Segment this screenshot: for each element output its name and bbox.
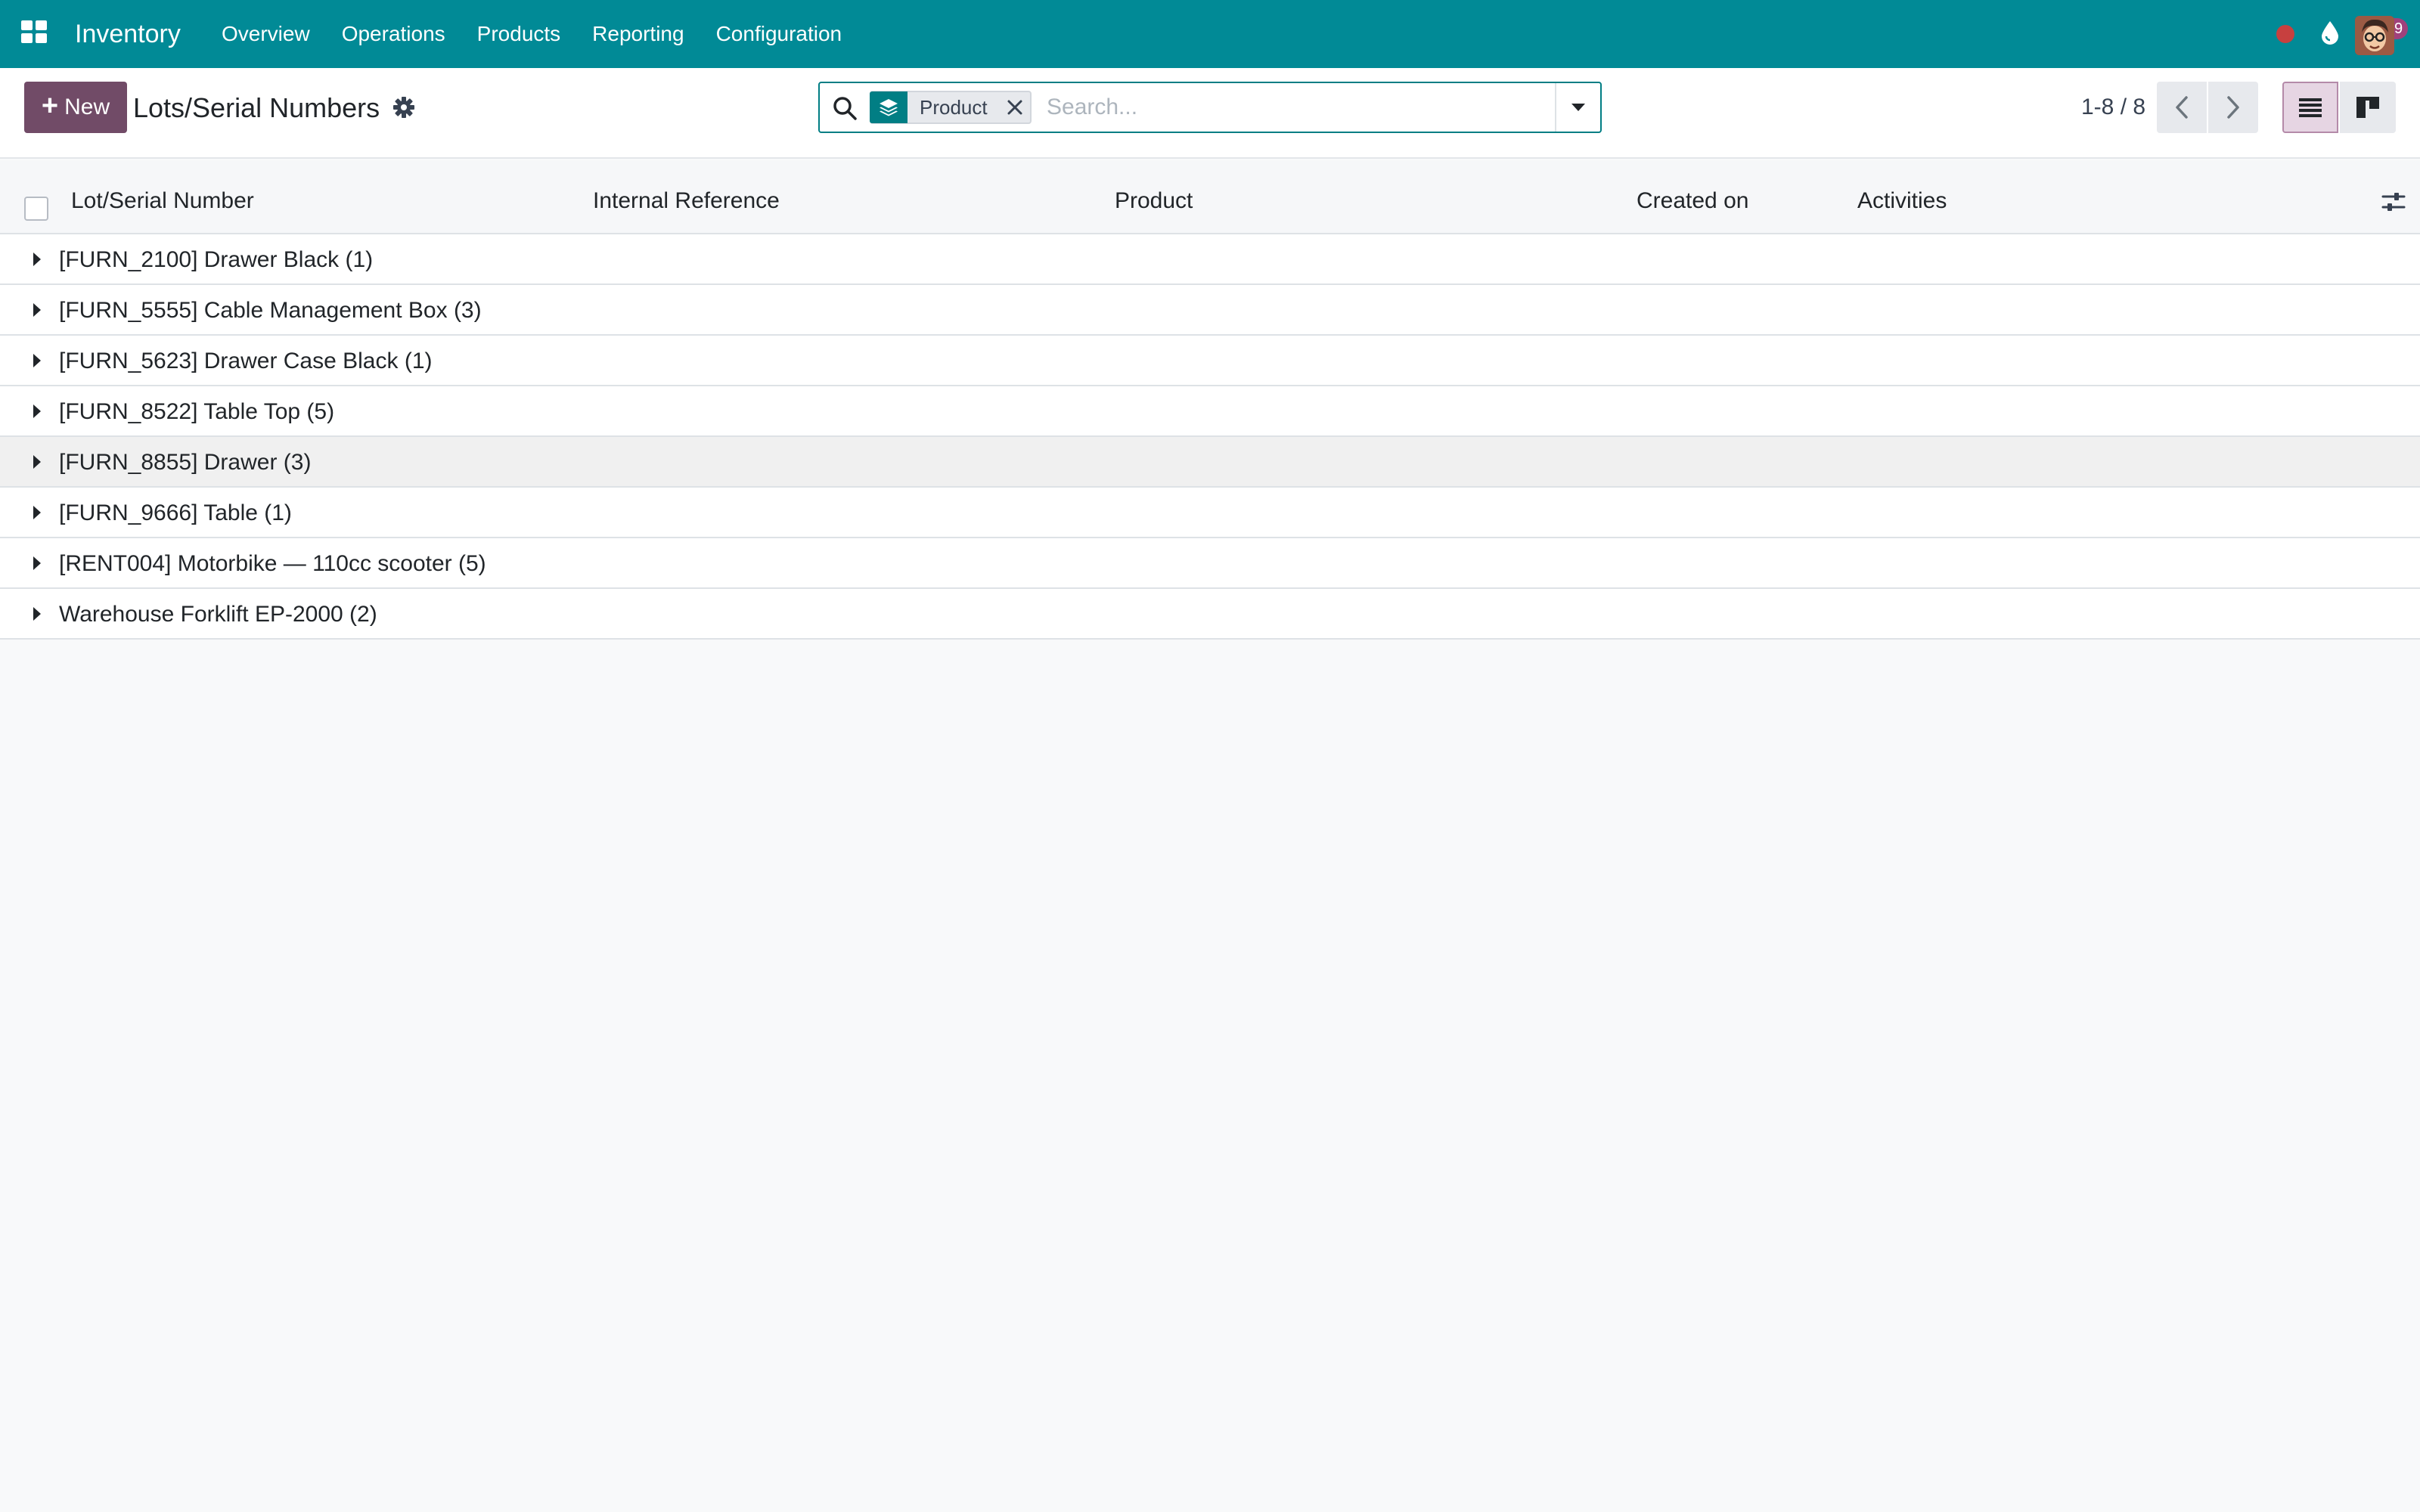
group-label: Warehouse Forklift EP-2000 (2) [59, 602, 377, 627]
group-row[interactable]: [RENT004] Motorbike — 110cc scooter (5) [0, 538, 2420, 589]
column-created-on[interactable]: Created on [1637, 186, 1748, 216]
group-row[interactable]: [FURN_8522] Table Top (5) [0, 386, 2420, 437]
new-button-label: New [64, 94, 110, 119]
caret-down-icon [1571, 104, 1585, 111]
pager-next-button[interactable] [2208, 82, 2258, 133]
apps-menu-icon[interactable] [21, 20, 48, 45]
plus-icon: + [41, 89, 59, 122]
group-label: [FURN_2100] Drawer Black (1) [59, 247, 374, 272]
group-label: [RENT004] Motorbike — 110cc scooter (5) [59, 551, 486, 576]
kanban-view-icon [2356, 97, 2379, 118]
search-input[interactable] [1047, 88, 1531, 127]
column-product[interactable]: Product [1115, 186, 1193, 216]
group-label: [FURN_9666] Table (1) [59, 500, 292, 525]
new-button[interactable]: + New [24, 82, 127, 133]
search-facet-group-by: Product [870, 91, 1032, 124]
search-options-toggle[interactable] [1555, 83, 1600, 132]
group-row[interactable]: [FURN_5623] Drawer Case Black (1) [0, 336, 2420, 386]
group-row[interactable]: [FURN_5555] Cable Management Box (3) [0, 285, 2420, 336]
layers-icon [870, 91, 908, 123]
caret-right-icon [33, 455, 41, 469]
list-view-icon [2299, 98, 2322, 117]
search-facet-label: Product [920, 95, 988, 119]
column-internal-reference[interactable]: Internal Reference [593, 186, 780, 216]
group-label: [FURN_5555] Cable Management Box (3) [59, 298, 482, 323]
optional-columns-icon[interactable] [2381, 189, 2406, 215]
column-lot-serial-number[interactable]: Lot/Serial Number [71, 186, 254, 216]
list-view-button[interactable] [2282, 82, 2338, 133]
drop-icon[interactable] [2319, 20, 2341, 54]
kanban-view-button[interactable] [2340, 82, 2396, 133]
caret-right-icon [33, 303, 41, 317]
group-row[interactable]: Warehouse Forklift EP-2000 (2) [0, 589, 2420, 640]
select-all-checkbox[interactable] [24, 197, 48, 221]
caret-right-icon [33, 253, 41, 266]
caret-right-icon [33, 404, 41, 418]
menu-operations[interactable]: Operations [326, 20, 461, 48]
group-row[interactable]: [FURN_8855] Drawer (3) [0, 437, 2420, 488]
group-label: [FURN_8522] Table Top (5) [59, 399, 335, 424]
chevron-right-icon [2227, 96, 2239, 119]
list-header: Lot/Serial Number Internal Reference Pro… [0, 160, 2420, 234]
caret-right-icon [33, 556, 41, 570]
search-icon[interactable] [832, 95, 858, 121]
chevron-left-icon [2176, 96, 2188, 119]
search-box: Product [818, 82, 1602, 133]
caret-right-icon [33, 607, 41, 621]
column-activities[interactable]: Activities [1857, 186, 1947, 216]
caret-right-icon [33, 354, 41, 367]
pager-value[interactable]: 1-8 / 8 [2081, 91, 2145, 124]
page-title: Lots/Serial Numbers [133, 92, 380, 123]
lots-list: Lot/Serial Number Internal Reference Pro… [0, 160, 2420, 640]
menu-configuration[interactable]: Configuration [700, 20, 858, 48]
gear-icon[interactable] [392, 95, 416, 119]
pager-previous-button[interactable] [2157, 82, 2207, 133]
menu-reporting[interactable]: Reporting [576, 20, 700, 48]
menu-products[interactable]: Products [461, 20, 577, 48]
group-row[interactable]: [FURN_9666] Table (1) [0, 488, 2420, 538]
app-name[interactable]: Inventory [75, 17, 181, 51]
recording-indicator-icon[interactable] [2276, 25, 2294, 43]
close-icon[interactable] [1000, 92, 1030, 122]
top-navbar: Inventory Overview Operations Products R… [0, 0, 2420, 68]
group-row[interactable]: [FURN_2100] Drawer Black (1) [0, 234, 2420, 285]
user-avatar[interactable] [2355, 16, 2394, 55]
group-label: [FURN_5623] Drawer Case Black (1) [59, 349, 433, 373]
control-panel: + New Lots/Serial Numbers Product Search… [0, 68, 2420, 159]
caret-right-icon [33, 506, 41, 519]
top-menu: Overview Operations Products Reporting C… [206, 20, 858, 48]
menu-overview[interactable]: Overview [206, 20, 326, 48]
group-label: [FURN_8855] Drawer (3) [59, 450, 312, 475]
